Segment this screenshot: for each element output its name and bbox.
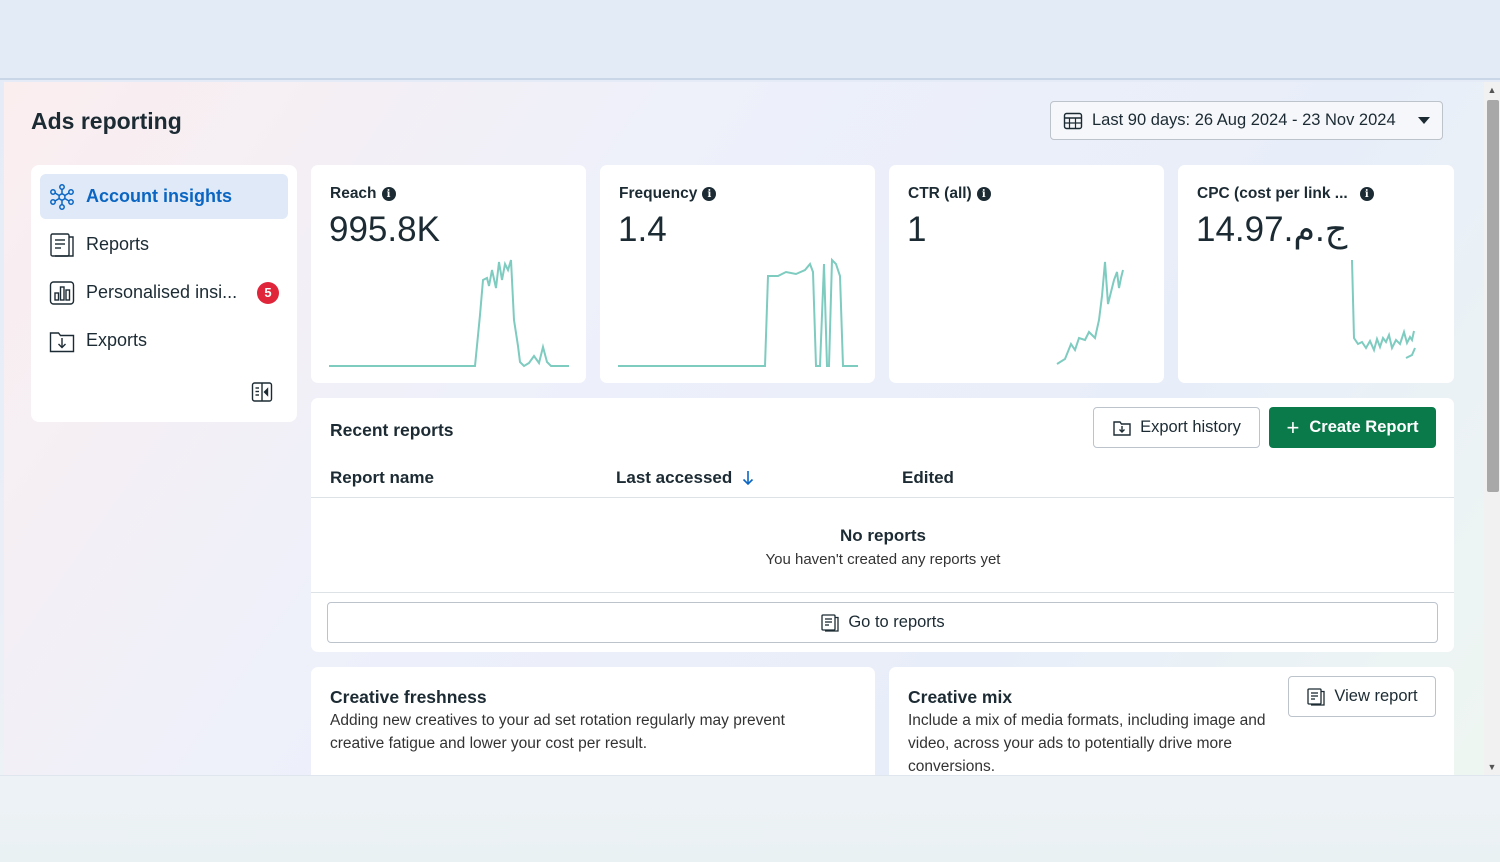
reports-icon	[48, 231, 76, 259]
metric-card-reach[interactable]: Reach i 995.8K	[311, 165, 586, 383]
metric-card-ctr[interactable]: CTR (all) i 1	[889, 165, 1164, 383]
table-divider	[311, 592, 1454, 593]
metric-title: CPC (cost per link ... i	[1197, 185, 1374, 203]
table-divider	[311, 497, 1454, 498]
sidebar-item-label: Account insights	[86, 186, 233, 206]
column-header-edited[interactable]: Edited	[902, 468, 954, 488]
creative-freshness-card: Creative freshness Adding new creatives …	[311, 667, 875, 775]
plus-icon: +	[1286, 414, 1300, 440]
empty-state-subtitle: You haven't created any reports yet	[765, 551, 1001, 568]
view-report-label: View report	[1334, 687, 1418, 705]
sidebar-item-exports[interactable]: Exports	[40, 318, 288, 363]
scroll-down-arrow-icon[interactable]: ▼	[1484, 759, 1500, 775]
scroll-up-arrow-icon[interactable]: ▲	[1484, 82, 1500, 98]
metric-value: 1	[907, 210, 927, 249]
notification-badge: 5	[257, 281, 279, 304]
metric-title: Reach i	[330, 185, 396, 203]
sidebar-item-label: Reports	[86, 234, 150, 254]
sidebar-item-personalised-insights[interactable]: Personalised insi... 5	[40, 270, 288, 315]
view-report-button[interactable]: View report	[1288, 676, 1436, 717]
metric-title: CTR (all) i	[908, 185, 991, 203]
info-icon[interactable]: i	[381, 187, 396, 201]
creative-freshness-description: Adding new creatives to your ad set rota…	[330, 712, 785, 752]
recent-reports-card: Recent reports Export history + Create R…	[311, 398, 1454, 652]
calendar-icon	[1063, 112, 1083, 129]
creative-freshness-title: Creative freshness	[330, 687, 487, 707]
frequency-sparkline	[618, 257, 858, 367]
ctr-sparkline	[1056, 261, 1124, 365]
export-folder-icon	[48, 327, 76, 355]
chevron-down-icon	[1418, 117, 1430, 124]
metric-title: Frequency i	[619, 185, 717, 203]
date-range-picker[interactable]: Last 90 days: 26 Aug 2024 - 23 Nov 2024	[1050, 101, 1443, 140]
metric-value: 14.97.ج.م	[1196, 210, 1348, 249]
cpc-sparkline	[1351, 259, 1416, 359]
collapse-sidebar-button[interactable]	[250, 380, 274, 404]
date-range-label: Last 90 days: 26 Aug 2024 - 23 Nov 2024	[1092, 111, 1396, 129]
vertical-scrollbar[interactable]: ▲ ▼	[1484, 82, 1500, 775]
column-header-report-name[interactable]: Report name	[330, 468, 434, 488]
export-history-icon	[1113, 420, 1131, 436]
export-history-button[interactable]: Export history	[1093, 407, 1260, 448]
reports-icon	[1307, 687, 1326, 706]
browser-top-band	[0, 0, 1500, 80]
sort-descending-icon	[743, 471, 754, 486]
collapse-sidebar-icon	[251, 382, 273, 402]
ads-reporting-app: Ads reporting Last 90 days: 26 Aug 2024 …	[4, 82, 1484, 775]
scrollbar-thumb[interactable]	[1487, 100, 1499, 492]
info-icon[interactable]: i	[1359, 187, 1374, 201]
creative-mix-title: Creative mix	[908, 687, 1013, 707]
empty-state-title: No reports	[840, 526, 926, 545]
go-to-reports-label: Go to reports	[848, 613, 945, 631]
sidebar-item-label: Personalised insi...	[86, 282, 238, 302]
info-icon[interactable]: i	[976, 187, 991, 201]
reports-icon	[821, 613, 839, 632]
metric-card-cpc[interactable]: CPC (cost per link ... i 14.97.ج.م	[1178, 165, 1454, 383]
sidebar-item-reports[interactable]: Reports	[40, 222, 288, 267]
go-to-reports-button[interactable]: Go to reports	[327, 602, 1438, 643]
info-icon[interactable]: i	[702, 187, 717, 201]
sidebar-item-label: Exports	[86, 330, 148, 350]
sidebar-item-account-insights[interactable]: Account insights	[40, 174, 288, 219]
column-header-last-accessed[interactable]: Last accessed	[616, 468, 755, 488]
metric-value: 1.4	[618, 210, 667, 249]
bar-chart-icon	[48, 279, 76, 307]
create-report-label: Create Report	[1309, 418, 1419, 436]
metric-value: 995.8K	[329, 210, 440, 249]
recent-reports-title: Recent reports	[330, 420, 454, 440]
create-report-button[interactable]: + Create Report	[1269, 407, 1436, 448]
reach-sparkline	[329, 259, 569, 368]
export-history-label: Export history	[1140, 418, 1241, 436]
creative-mix-card: Creative mix Include a mix of media form…	[889, 667, 1454, 775]
sidebar: Account insights Reports Personalised in…	[31, 165, 297, 422]
network-icon	[48, 183, 76, 211]
metric-card-frequency[interactable]: Frequency i 1.4	[600, 165, 875, 383]
browser-bottom-band	[0, 775, 1500, 862]
page-title: Ads reporting	[31, 108, 182, 134]
creative-mix-description: Include a mix of media formats, includin…	[908, 712, 1266, 775]
